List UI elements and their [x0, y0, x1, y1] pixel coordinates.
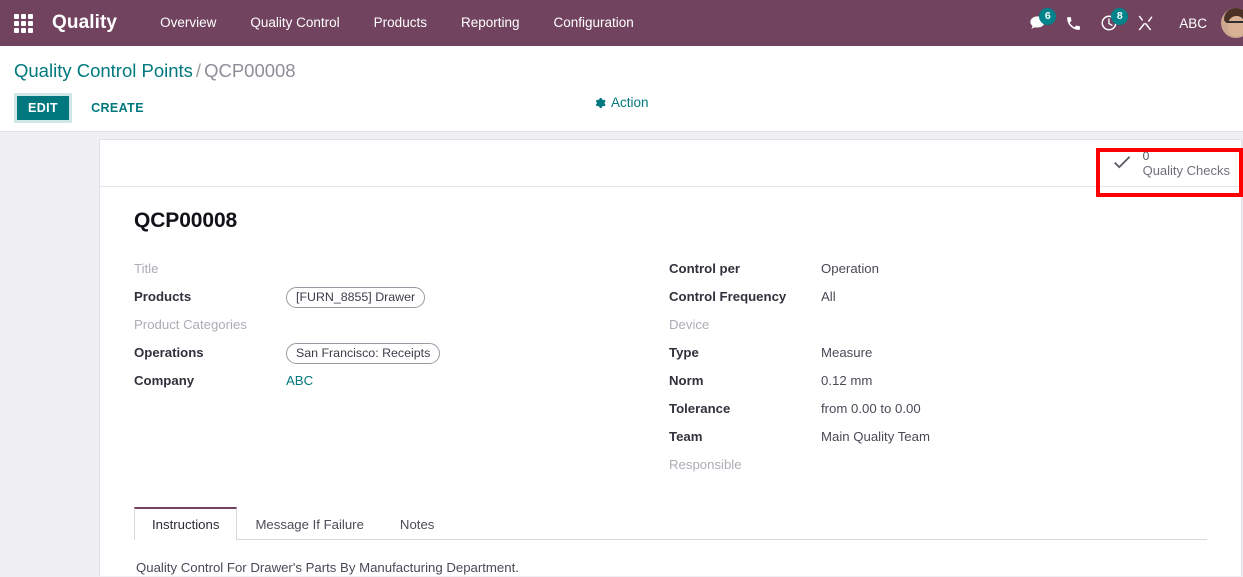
field-team: Team Main Quality Team: [669, 423, 1204, 451]
menu-item-quality-control[interactable]: Quality Control: [233, 0, 356, 46]
quality-checks-stat-button[interactable]: 0 Quality Checks: [1098, 145, 1240, 182]
tab-instructions[interactable]: Instructions: [134, 507, 238, 540]
field-tolerance-value[interactable]: from 0.00 to 0.00: [821, 395, 921, 423]
button-box-row: 0 Quality Checks: [100, 140, 1241, 187]
check-mark-icon: [1110, 151, 1134, 176]
developer-tools-button[interactable]: [1127, 0, 1163, 46]
field-company: Company ABC: [134, 367, 669, 395]
apps-grid-icon: [13, 13, 33, 33]
tab-notes[interactable]: Notes: [382, 507, 452, 540]
menu-item-overview[interactable]: Overview: [143, 0, 233, 46]
field-product-categories: Product Categories: [134, 311, 669, 339]
field-device-label: Device: [669, 317, 710, 332]
field-control-frequency-label: Control Frequency: [669, 289, 787, 304]
field-products: Products [FURN_8855] Drawer: [134, 283, 669, 311]
field-operations-value: San Francisco: Receipts: [286, 339, 441, 367]
form-column-right: Control per Operation Control Frequency …: [669, 255, 1204, 479]
field-norm-label: Norm: [669, 373, 704, 388]
main-menu: Overview Quality Control Products Report…: [143, 0, 651, 46]
notebook-tabs: Instructions Message If Failure Notes: [134, 507, 1207, 540]
stat-button-box: 0 Quality Checks: [1098, 145, 1240, 182]
breadcrumb: Quality Control Points / QCP00008: [14, 46, 1229, 84]
navbar-right-group: 6 8 ABC: [1019, 0, 1243, 46]
form-column-left: Title Products [FURN_8855] Drawer Produc…: [134, 255, 669, 479]
product-tag[interactable]: [FURN_8855] Drawer: [286, 287, 426, 309]
field-tolerance-label: Tolerance: [669, 401, 731, 416]
apps-menu-icon[interactable]: [0, 0, 46, 46]
field-control-frequency-value[interactable]: All: [821, 283, 836, 311]
app-brand-title: Quality: [52, 12, 118, 33]
gear-icon: [595, 97, 606, 108]
stat-text-group: 0 Quality Checks: [1143, 149, 1230, 178]
avatar-glasses: [1227, 21, 1243, 26]
activities-button[interactable]: 8: [1091, 0, 1129, 46]
field-title: Title: [134, 255, 669, 283]
company-switcher[interactable]: ABC: [1163, 16, 1221, 31]
field-responsible: Responsible: [669, 451, 1204, 479]
notebook-page-instructions: Quality Control For Drawer's Parts By Ma…: [136, 560, 519, 575]
field-norm-value[interactable]: 0.12 mm: [821, 367, 872, 395]
field-control-per-label: Control per: [669, 261, 741, 276]
field-operations: Operations San Francisco: Receipts: [134, 339, 669, 367]
page-title: QCP00008: [134, 209, 238, 232]
quality-checks-label: Quality Checks: [1142, 163, 1230, 179]
field-products-label: Products: [134, 289, 192, 304]
menu-item-products[interactable]: Products: [357, 0, 444, 46]
field-products-value: [FURN_8855] Drawer: [286, 283, 426, 311]
phone-icon: [1066, 16, 1080, 30]
field-device: Device: [669, 311, 1204, 339]
record-sheet: 0 Quality Checks QCP00008 Title Products: [99, 139, 1242, 576]
action-menu-button[interactable]: Action: [594, 95, 649, 110]
edit-button[interactable]: EDIT: [14, 93, 73, 123]
control-panel: Quality Control Points / QCP00008 EDIT CRE…: [0, 46, 1243, 132]
menu-item-reporting[interactable]: Reporting: [444, 0, 537, 46]
field-company-value[interactable]: ABC: [286, 367, 313, 395]
field-title-label: Title: [134, 261, 159, 276]
breadcrumb-separator: /: [195, 60, 202, 81]
quality-checks-count: 0: [1142, 149, 1150, 163]
field-control-frequency: Control Frequency All: [669, 283, 1204, 311]
tab-message-if-failure[interactable]: Message If Failure: [237, 507, 381, 540]
messages-badge: 6: [1039, 8, 1057, 25]
sheet-body: QCP00008 Title Products [FURN_8855] Draw…: [100, 187, 1241, 576]
content-area: 0 Quality Checks QCP00008 Title Products: [0, 132, 1243, 576]
field-control-per-value[interactable]: Operation: [821, 255, 879, 283]
field-team-label: Team: [669, 429, 703, 444]
breadcrumb-current: QCP00008: [204, 60, 296, 81]
form-columns: Title Products [FURN_8855] Drawer Produc…: [134, 255, 1207, 479]
field-norm: Norm 0.12 mm: [669, 367, 1204, 395]
field-type: Type Measure: [669, 339, 1204, 367]
top-navbar: Quality Overview Quality Control Product…: [0, 0, 1243, 46]
field-control-per: Control per Operation: [669, 255, 1204, 283]
messages-button[interactable]: 6: [1019, 0, 1057, 46]
field-type-value[interactable]: Measure: [821, 339, 872, 367]
avatar-face: [1228, 16, 1243, 36]
phone-button[interactable]: [1055, 0, 1091, 46]
notebook: Instructions Message If Failure Notes Qu…: [134, 507, 1207, 576]
field-team-value[interactable]: Main Quality Team: [821, 423, 930, 451]
field-responsible-label: Responsible: [669, 457, 742, 472]
create-button[interactable]: CREATE: [81, 96, 154, 120]
breadcrumb-parent-link[interactable]: Quality Control Points: [14, 60, 193, 81]
action-menu-label: Action: [611, 95, 649, 110]
field-operations-label: Operations: [134, 345, 204, 360]
operation-tag[interactable]: San Francisco: Receipts: [286, 343, 441, 365]
activities-badge: 8: [1111, 8, 1129, 25]
control-panel-buttons: EDIT CREATE Action: [14, 92, 1229, 124]
tools-icon: [1138, 15, 1153, 31]
menu-item-configuration[interactable]: Configuration: [537, 0, 651, 46]
field-product-categories-label: Product Categories: [134, 317, 247, 332]
field-company-label: Company: [134, 373, 195, 388]
field-tolerance: Tolerance from 0.00 to 0.00: [669, 395, 1204, 423]
user-avatar[interactable]: [1221, 8, 1243, 38]
field-type-label: Type: [669, 345, 699, 360]
